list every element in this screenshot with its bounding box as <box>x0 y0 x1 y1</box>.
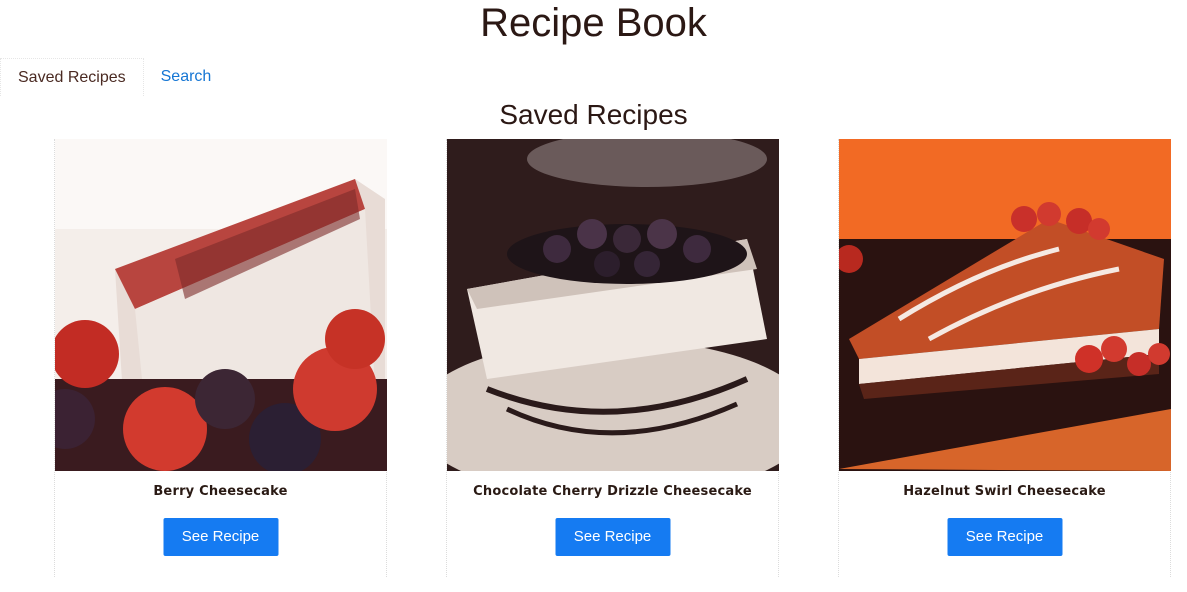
recipe-card: Chocolate Cherry Drizzle Cheesecake See … <box>446 139 779 577</box>
recipe-name: Hazelnut Swirl Cheesecake <box>903 484 1106 499</box>
tab-search[interactable]: Search <box>144 58 229 96</box>
see-recipe-button[interactable]: See Recipe <box>947 518 1062 556</box>
see-recipe-button[interactable]: See Recipe <box>555 518 670 556</box>
recipe-image <box>447 139 779 471</box>
recipe-name: Berry Cheesecake <box>153 484 288 499</box>
recipe-card: Berry Cheesecake See Recipe <box>54 139 387 577</box>
recipe-name: Chocolate Cherry Drizzle Cheesecake <box>473 484 752 499</box>
nav-tabs: Saved Recipes Search <box>0 58 228 96</box>
tab-saved-recipes[interactable]: Saved Recipes <box>0 58 144 96</box>
app-title: Recipe Book <box>480 1 707 45</box>
recipe-image <box>55 139 387 471</box>
section-title: Saved Recipes <box>499 99 688 130</box>
recipe-image <box>839 139 1171 471</box>
recipe-card: Hazelnut Swirl Cheesecake See Recipe <box>838 139 1171 577</box>
see-recipe-button[interactable]: See Recipe <box>163 518 278 556</box>
